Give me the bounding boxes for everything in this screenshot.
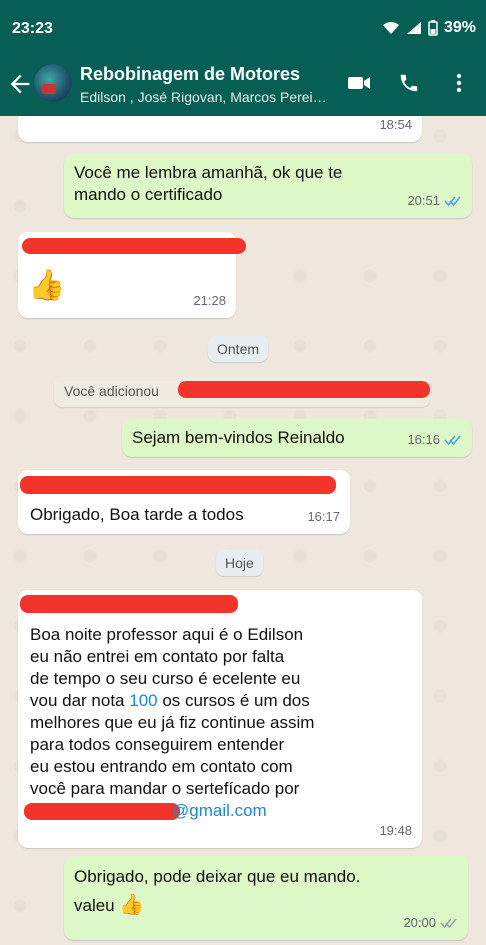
message-text-line: vou dar nota 100 os cursos é um dos: [30, 691, 310, 710]
redacted-added-name: [178, 381, 430, 398]
message-text: Obrigado, Boa tarde a todos: [30, 505, 244, 524]
signal-icon: [406, 22, 421, 34]
redacted-sender-name: [20, 476, 336, 494]
double-check-icon: [444, 435, 461, 446]
thumbs-up-emoji: 👍: [28, 269, 66, 302]
message-time: 16:17: [307, 509, 340, 524]
message-text-line: de tempo o seu curso é ecelente eu: [30, 669, 301, 688]
message-time: 20:00: [403, 915, 436, 930]
message-time: 16:16: [407, 432, 440, 447]
message-bubble[interactable]: Obrigado, Boa tarde a todos 16:17: [18, 470, 350, 534]
thumbs-up-emoji: 👍: [119, 894, 145, 916]
redacted-sender-name: [22, 238, 246, 254]
message-bubble[interactable]: Obrigado, pode deixar que eu mando. vale…: [64, 856, 468, 940]
status-bar: 23:23 39%: [0, 0, 486, 58]
battery-icon: [428, 20, 438, 36]
message-time: 18:54: [379, 117, 412, 132]
group-participants[interactable]: Edilson , José Rigovan, Marcos Perei…: [80, 89, 327, 105]
message-text-line: para todos conseguirem entender: [30, 735, 285, 754]
status-time: 23:23: [12, 20, 53, 37]
status-icons: 39%: [382, 19, 476, 37]
system-message: Você adicionou: [54, 377, 430, 407]
message-text-line: @gmail.com: [24, 800, 410, 822]
message-text-line: você para mandar o sertefícado por: [30, 779, 300, 798]
number-link[interactable]: 100: [129, 691, 157, 710]
message-text-line: melhores que eu já fiz continue assim: [30, 713, 315, 732]
message-text-line: mando o certificado: [74, 185, 223, 204]
header-actions: [346, 70, 472, 96]
chat-header: Rebobinagem de Motores Edilson , José Ri…: [0, 58, 486, 116]
message-text: Sejam bem-vindos Reinaldo: [132, 428, 345, 447]
group-avatar[interactable]: [34, 64, 72, 102]
message-text-line: valeu 👍: [74, 894, 145, 916]
video-call-icon[interactable]: [346, 70, 372, 96]
message-text-line: Você me lembra amanhã, ok que te: [74, 163, 343, 182]
wifi-icon: [382, 22, 399, 34]
message-bubble[interactable]: Você me lembra amanhã, ok que te mando o…: [64, 154, 472, 218]
double-check-icon: [444, 196, 461, 207]
double-check-icon: [440, 918, 457, 929]
message-text-line: Boa noite professor aqui é o Edilson: [30, 625, 304, 644]
voice-call-icon[interactable]: [396, 70, 422, 96]
message-time: 19:48: [379, 823, 412, 838]
redacted-sender-name: [20, 595, 238, 613]
message-time: 20:51: [407, 193, 440, 208]
message-text-line: eu estou entrando em contato com: [30, 757, 293, 776]
message-bubble[interactable]: 18:54: [18, 116, 422, 142]
message-bubble[interactable]: Boa noite professor aqui é o Edilson eu …: [18, 590, 422, 848]
email-link[interactable]: @gmail.com: [172, 800, 267, 822]
date-chip: Ontem: [208, 336, 269, 362]
back-arrow-icon[interactable]: [6, 70, 34, 98]
message-bubble[interactable]: 👍 21:28: [18, 232, 246, 318]
message-time: 21:28: [193, 293, 226, 308]
date-chip: Hoje: [216, 550, 263, 576]
group-title[interactable]: Rebobinagem de Motores: [80, 64, 300, 85]
battery-percent: 39%: [443, 19, 476, 36]
more-options-icon[interactable]: [446, 70, 472, 96]
system-message-text: Você adicionou: [64, 383, 159, 399]
redacted-email: [24, 803, 180, 820]
chat-area[interactable]: 18:54 Você me lembra amanhã, ok que te m…: [0, 116, 486, 945]
message-text-line: eu não entrei em contato por falta: [30, 647, 285, 666]
message-bubble[interactable]: Sejam bem-vindos Reinaldo 16:16: [122, 419, 472, 457]
message-text-line: Obrigado, pode deixar que eu mando.: [74, 867, 361, 886]
